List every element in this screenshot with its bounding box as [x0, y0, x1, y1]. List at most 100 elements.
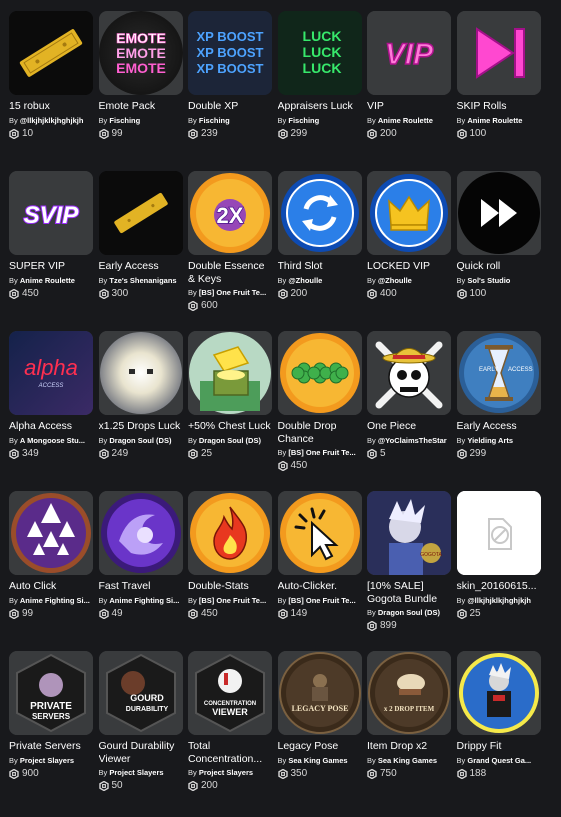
- item-creator[interactable]: By Sea King Games: [278, 756, 362, 766]
- item-creator[interactable]: By Dragon Soul (DS): [367, 608, 451, 618]
- item-name[interactable]: Third Slot: [278, 260, 362, 273]
- item-thumbnail[interactable]: SVIP: [9, 171, 93, 255]
- item-creator[interactable]: By Anime Roulette: [367, 116, 451, 126]
- item-creator[interactable]: By Sea King Games: [367, 756, 451, 766]
- item-creator[interactable]: By @llkjhjklkjhghjkjh: [457, 596, 541, 606]
- item-name[interactable]: Early Access: [99, 260, 183, 273]
- item-thumbnail[interactable]: [188, 331, 272, 415]
- item-name[interactable]: Drippy Fit: [457, 740, 541, 753]
- item-card[interactable]: LUCK LUCK LUCK Appraisers Luck By Fischi…: [277, 11, 362, 166]
- item-thumbnail[interactable]: 2X: [188, 171, 272, 255]
- item-name[interactable]: Fast Travel: [99, 580, 183, 593]
- item-thumbnail[interactable]: [277, 491, 362, 575]
- item-card[interactable]: x1.25 Drops Luck By Dragon Soul (DS) 249: [98, 331, 183, 486]
- item-creator[interactable]: By Grand Quest Ga...: [457, 756, 541, 766]
- item-creator[interactable]: By Anime Fighting Si...: [9, 596, 93, 606]
- item-thumbnail[interactable]: [9, 11, 93, 95]
- item-name[interactable]: skin_20160615...: [457, 580, 541, 593]
- item-name[interactable]: [10% SALE] Gogota Bundle: [367, 580, 451, 605]
- item-creator[interactable]: By Fisching: [99, 116, 183, 126]
- item-card[interactable]: Fast Travel By Anime Fighting Si... 49: [98, 491, 183, 646]
- item-creator[interactable]: By Fisching: [278, 116, 362, 126]
- item-name[interactable]: SUPER VIP: [9, 260, 93, 273]
- item-thumbnail[interactable]: XP BOOST XP BOOST XP BOOST: [188, 11, 272, 95]
- item-thumbnail[interactable]: alpha ACCESS: [9, 331, 93, 415]
- item-creator[interactable]: By Project Slayers: [9, 756, 93, 766]
- item-creator[interactable]: By Project Slayers: [99, 768, 183, 778]
- item-card[interactable]: skin_20160615... By @llkjhjklkjhghjkjh 2…: [456, 491, 541, 646]
- item-thumbnail[interactable]: GOURD DURABILITY: [98, 651, 183, 735]
- item-card[interactable]: SVIP SUPER VIP By Anime Roulette 450: [9, 171, 93, 326]
- item-card[interactable]: Third Slot By @Zhoulle 200: [277, 171, 362, 326]
- item-card[interactable]: Auto-Clicker. By [BS] One Fruit Te... 14…: [277, 491, 362, 646]
- item-card[interactable]: EMOTE EMOTE EMOTE Emote Pack By Fisching…: [98, 11, 183, 166]
- item-thumbnail[interactable]: PRIVATE SERVERS: [9, 651, 93, 735]
- item-name[interactable]: Auto-Clicker.: [278, 580, 362, 593]
- item-thumbnail[interactable]: GOGOTA: [367, 491, 451, 575]
- item-card[interactable]: +50% Chest Luck By Dragon Soul (DS) 25: [188, 331, 272, 486]
- item-thumbnail[interactable]: [456, 171, 541, 255]
- item-card[interactable]: EARLY ACCESS Early Access By Yielding Ar…: [456, 331, 541, 486]
- item-thumbnail[interactable]: [456, 651, 541, 735]
- item-card[interactable]: GOURD DURABILITY Gourd Durability Viewer…: [98, 651, 183, 806]
- item-creator[interactable]: By Anime Fighting Si...: [99, 596, 183, 606]
- item-creator[interactable]: By Yielding Arts: [457, 436, 541, 446]
- item-card[interactable]: 15 robux By @llkjhjklkjhghjkjh 10: [9, 11, 93, 166]
- item-name[interactable]: x1.25 Drops Luck: [99, 420, 183, 433]
- item-thumbnail[interactable]: CONCENTRATION VIEWER: [188, 651, 272, 735]
- item-thumbnail[interactable]: [188, 491, 272, 575]
- item-thumbnail[interactable]: [277, 171, 362, 255]
- item-card[interactable]: PRIVATE SERVERS Private Servers By Proje…: [9, 651, 93, 806]
- item-creator[interactable]: By @llkjhjklkjhghjkjh: [9, 116, 93, 126]
- item-name[interactable]: One Piece: [367, 420, 451, 433]
- item-name[interactable]: Private Servers: [9, 740, 93, 753]
- item-thumbnail[interactable]: [456, 491, 541, 575]
- item-card[interactable]: x 2 DROP ITEM Item Drop x2 By Sea King G…: [367, 651, 451, 806]
- item-creator[interactable]: By Project Slayers: [188, 768, 272, 778]
- item-name[interactable]: Early Access: [457, 420, 541, 433]
- item-thumbnail[interactable]: [277, 331, 362, 415]
- item-name[interactable]: Legacy Pose: [278, 740, 362, 753]
- item-card[interactable]: One Piece By @YoClaimsTheStar 5: [367, 331, 451, 486]
- item-thumbnail[interactable]: [456, 11, 541, 95]
- item-thumbnail[interactable]: [367, 331, 451, 415]
- item-name[interactable]: Double-Stats: [188, 580, 272, 593]
- item-thumbnail[interactable]: EARLY ACCESS: [456, 331, 541, 415]
- item-name[interactable]: 15 robux: [9, 100, 93, 113]
- item-thumbnail[interactable]: [367, 171, 451, 255]
- item-creator[interactable]: By [BS] One Fruit Te...: [278, 448, 362, 458]
- item-creator[interactable]: By Dragon Soul (DS): [188, 436, 272, 446]
- item-creator[interactable]: By [BS] One Fruit Te...: [188, 288, 272, 298]
- item-card[interactable]: LEGACY POSE Legacy Pose By Sea King Game…: [277, 651, 362, 806]
- item-creator[interactable]: By Tze's Shenanigans: [99, 276, 183, 286]
- item-card[interactable]: 2X Double Essence & Keys By [BS] One Fru…: [188, 171, 272, 326]
- item-creator[interactable]: By Anime Roulette: [457, 116, 541, 126]
- item-name[interactable]: Item Drop x2: [367, 740, 451, 753]
- item-creator[interactable]: By A Mongoose Stu...: [9, 436, 93, 446]
- item-creator[interactable]: By Fisching: [188, 116, 272, 126]
- item-name[interactable]: Emote Pack: [99, 100, 183, 113]
- item-card[interactable]: Double-Stats By [BS] One Fruit Te... 450: [188, 491, 272, 646]
- item-thumbnail[interactable]: [98, 331, 183, 415]
- item-thumbnail[interactable]: [98, 491, 183, 575]
- item-creator[interactable]: By [BS] One Fruit Te...: [188, 596, 272, 606]
- item-creator[interactable]: By @YoClaimsTheStar: [367, 436, 451, 446]
- item-name[interactable]: +50% Chest Luck: [188, 420, 272, 433]
- item-name[interactable]: Double XP: [188, 100, 272, 113]
- item-name[interactable]: Appraisers Luck: [278, 100, 362, 113]
- item-name[interactable]: Total Concentration...: [188, 740, 272, 765]
- item-thumbnail[interactable]: [98, 171, 183, 255]
- item-card[interactable]: Drippy Fit By Grand Quest Ga... 188: [456, 651, 541, 806]
- item-card[interactable]: VIP VIP By Anime Roulette 200: [367, 11, 451, 166]
- item-name[interactable]: SKIP Rolls: [457, 100, 541, 113]
- item-creator[interactable]: By @Zhoulle: [278, 276, 362, 286]
- item-name[interactable]: Double Essence & Keys: [188, 260, 272, 285]
- item-thumbnail[interactable]: x 2 DROP ITEM: [367, 651, 451, 735]
- item-card[interactable]: CONCENTRATION VIEWER Total Concentration…: [188, 651, 272, 806]
- item-card[interactable]: XP BOOST XP BOOST XP BOOST Double XP By …: [188, 11, 272, 166]
- item-card[interactable]: alpha ACCESS Alpha Access By A Mongoose …: [9, 331, 93, 486]
- item-creator[interactable]: By Dragon Soul (DS): [99, 436, 183, 446]
- item-thumbnail[interactable]: LUCK LUCK LUCK: [277, 11, 362, 95]
- item-name[interactable]: Gourd Durability Viewer: [99, 740, 183, 765]
- item-creator[interactable]: By Anime Roulette: [9, 276, 93, 286]
